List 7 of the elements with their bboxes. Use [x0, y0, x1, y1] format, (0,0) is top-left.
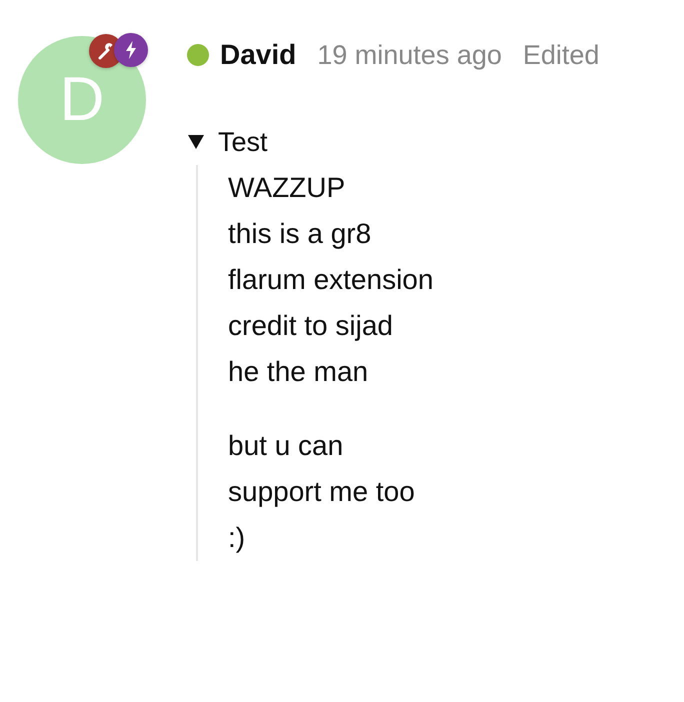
edited-label: Edited	[522, 40, 600, 70]
author-name[interactable]: David	[220, 39, 296, 71]
post-time[interactable]: 19 minutes ago	[317, 40, 502, 70]
spoiler-paragraph: WAZZUP this is a gr8 flarum extension credit to sijad he the man	[228, 171, 434, 389]
spoiler-toggle[interactable]: Test	[187, 119, 268, 165]
spoiler-paragraph: but u can support me too :)	[228, 429, 416, 555]
avatar: D	[18, 36, 146, 164]
